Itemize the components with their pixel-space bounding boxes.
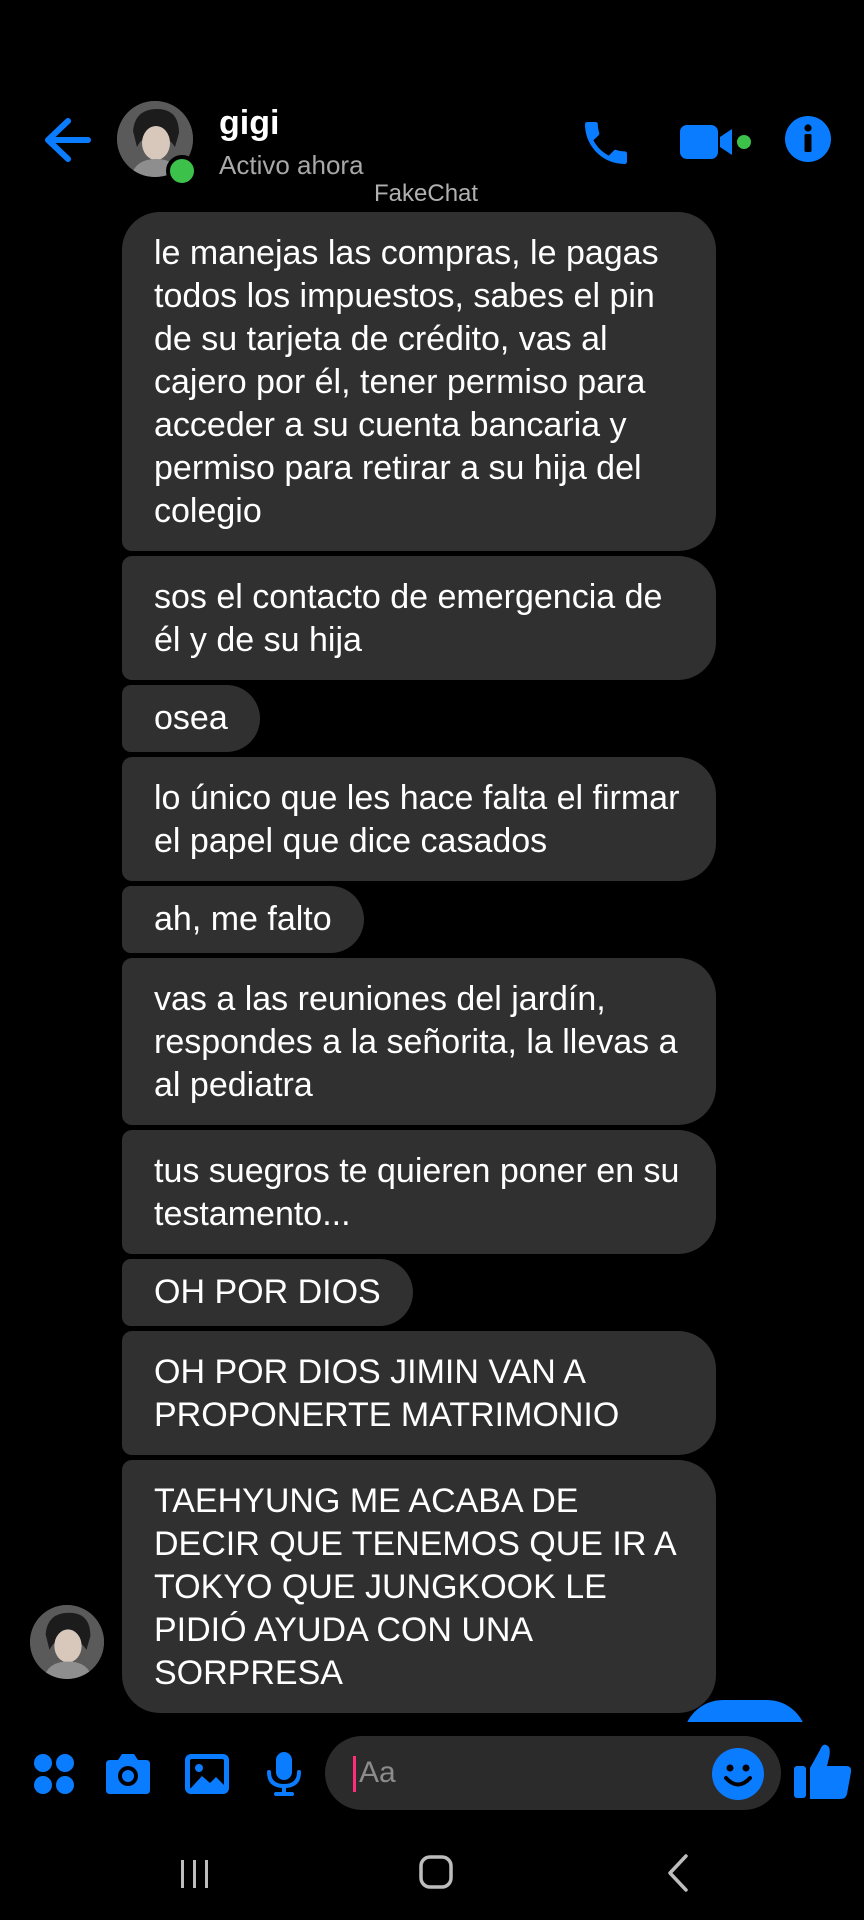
- message-bubble[interactable]: ah, me falto: [122, 886, 364, 953]
- message-bubble[interactable]: le manejas las compras, le pagas todos l…: [122, 212, 716, 551]
- message-bubble[interactable]: osea: [122, 685, 260, 752]
- sender-avatar[interactable]: [30, 1605, 104, 1679]
- message-list: le manejas las compras, le pagas todos l…: [122, 212, 762, 1718]
- back-arrow-icon[interactable]: [38, 115, 94, 165]
- recent-apps-icon[interactable]: [164, 1848, 224, 1898]
- message-bubble[interactable]: sos el contacto de emergencia de él y de…: [122, 556, 716, 680]
- system-navigation-bar: [0, 1830, 864, 1920]
- image-icon[interactable]: [181, 1748, 233, 1800]
- message-input-container[interactable]: [325, 1736, 781, 1810]
- message-input[interactable]: [359, 1736, 699, 1810]
- info-icon[interactable]: [784, 115, 832, 163]
- video-camera-icon[interactable]: [678, 119, 754, 165]
- message-bubble[interactable]: OH POR DIOS: [122, 1259, 413, 1326]
- grid-dots-icon[interactable]: [28, 1748, 80, 1800]
- message-bubble[interactable]: OH POR DIOS JIMIN VAN A PROPONERTE MATRI…: [122, 1331, 716, 1455]
- chat-header: gigi Activo ahora: [0, 95, 864, 190]
- thumbs-up-icon[interactable]: [790, 1738, 856, 1804]
- home-icon[interactable]: [406, 1848, 466, 1898]
- camera-icon[interactable]: [102, 1748, 154, 1800]
- composer-bar: [0, 1722, 864, 1822]
- phone-icon[interactable]: [578, 115, 634, 171]
- text-caret: [353, 1756, 356, 1792]
- message-bubble[interactable]: lo único que les hace falta el firmar el…: [122, 757, 716, 881]
- watermark-text: FakeChat: [374, 180, 479, 207]
- back-icon[interactable]: [650, 1848, 710, 1898]
- message-bubble[interactable]: vas a las reuniones del jardín, responde…: [122, 958, 716, 1125]
- smiley-icon[interactable]: [711, 1747, 765, 1801]
- online-indicator: [166, 155, 198, 187]
- microphone-icon[interactable]: [258, 1748, 310, 1800]
- contact-status: Activo ahora: [219, 150, 364, 180]
- contact-name[interactable]: gigi: [219, 104, 279, 143]
- message-bubble[interactable]: TAEHYUNG ME ACABA DE DECIR QUE TENEMOS Q…: [122, 1460, 716, 1713]
- message-bubble[interactable]: tus suegros te quieren poner en su testa…: [122, 1130, 716, 1254]
